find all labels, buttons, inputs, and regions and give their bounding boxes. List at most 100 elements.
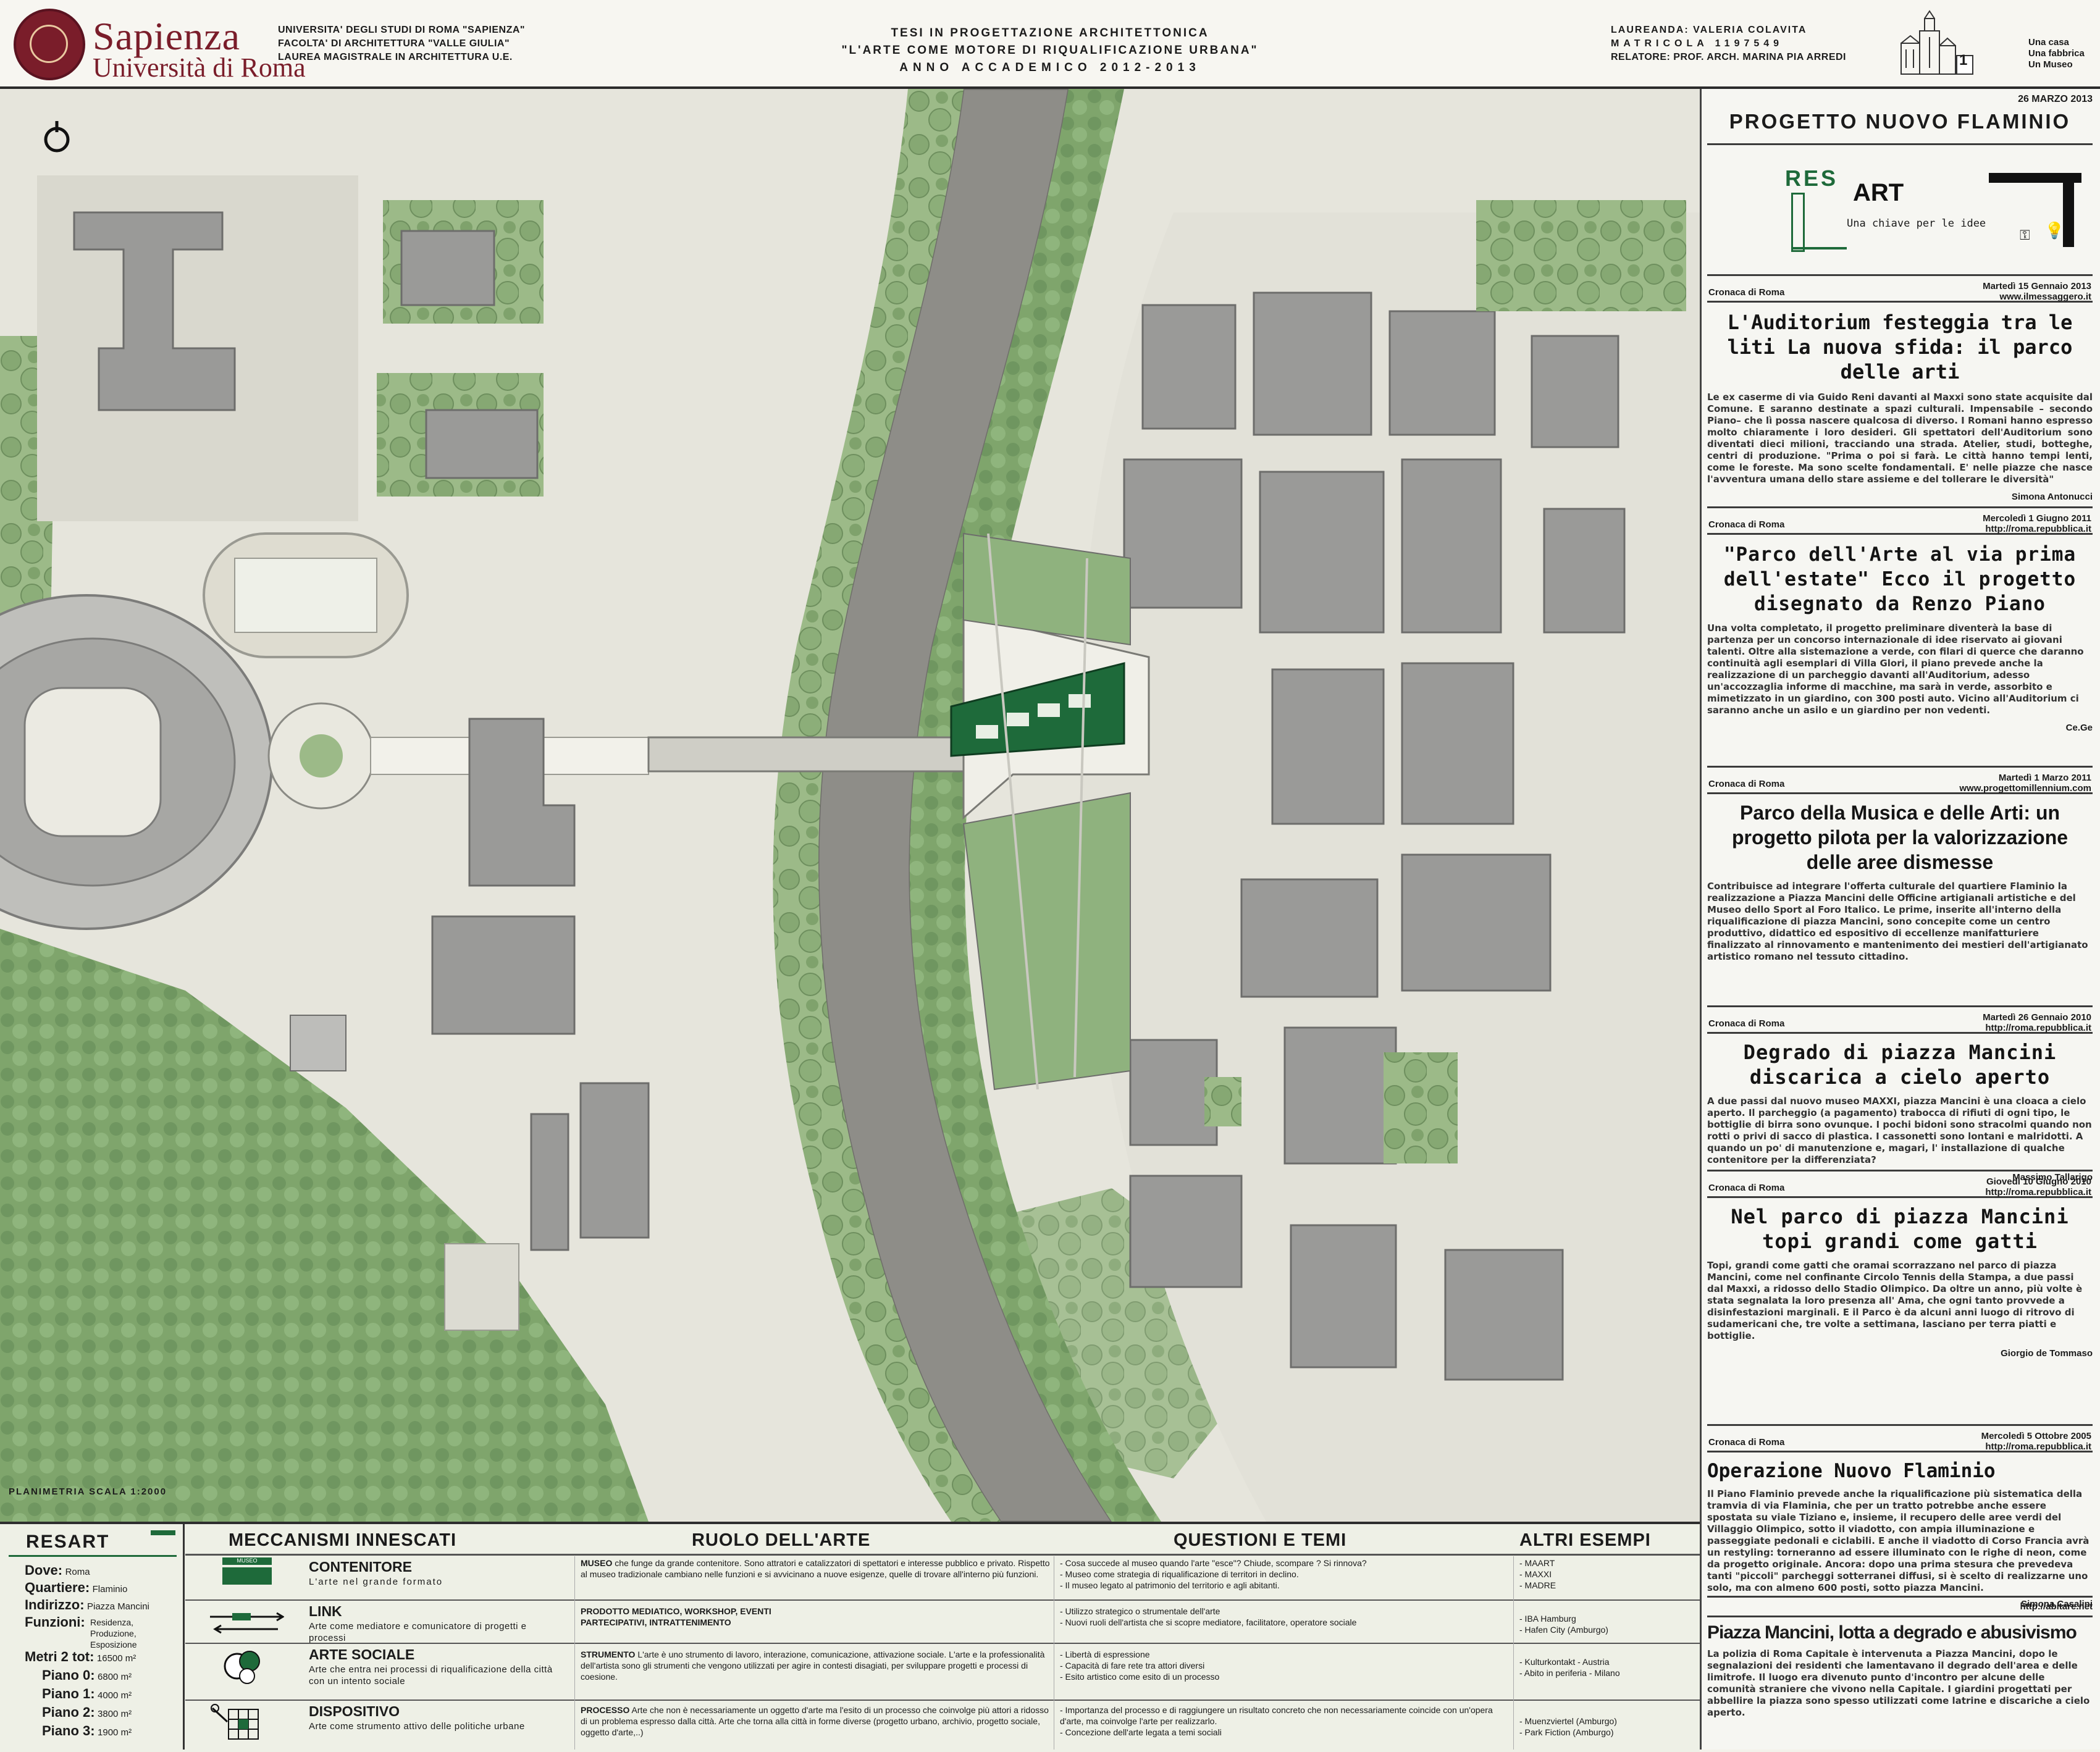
location-value: Residenza, Produzione, Esposizione [90,1617,137,1649]
article-date: Mercoledì 1 Giugno 2011 [1983,513,2091,524]
role-key: MUSEO [581,1558,613,1568]
issue-item: - Esito artistico come esito di un proce… [1060,1672,1220,1682]
article-date-source: Mercoledì 5 Ottobre 2005 http://roma.rep… [1981,1431,2091,1452]
logo-res: RES [1785,166,1839,191]
article-date-source: Giovedì 10 Giugno 2010 http://roma.repub… [1985,1176,2091,1197]
institution-line: FACOLTA' DI ARCHITETTURA "VALLE GIULIA" [278,38,510,49]
area-label: Metri 2 tot: [25,1649,94,1664]
location-label: Indirizzo: [25,1597,85,1612]
article-source: www.ilmessaggero.it [1999,291,2091,302]
area-label: Piano 3: [42,1723,95,1738]
icon-caption-line: Una casa [2028,37,2069,48]
role-text: L'arte è uno strumento di lavoro, intera… [581,1649,1045,1682]
thesis-title-line: TESI IN PROGETTAZIONE ARCHITETTONICA [891,27,1209,40]
examples-cell: - Kulturkontakt - Austria - Abito in per… [1519,1656,1692,1679]
article-body: Le ex caserme di via Guido Reni davanti … [1707,392,2093,485]
article-section: Cronaca di Roma [1708,287,1785,298]
issues-cell: - Utilizzo strategico o strumentale dell… [1060,1606,1492,1628]
role-key: STRUMENTO [581,1649,636,1659]
divider [185,1643,1700,1644]
examples-cell: - IBA Hamburg - Hafen City (Amburgo) [1519,1613,1692,1635]
icon-caption-line: Un Museo [2028,59,2073,70]
link-arrows-icon [210,1612,284,1634]
article-headline: "Parco dell'Arte al via prima dell'estat… [1723,543,2077,615]
museum-box [222,1567,272,1585]
thesis-title-line: ANNO ACCADEMICO 2012-2013 [899,61,1201,74]
article-body: Il Piano Flaminio prevede anche la riqua… [1707,1488,2090,1593]
author-block: LAUREANDA: VALERIA COLAVITA MATRICOLA 11… [1611,23,1846,64]
icon-caption-line: Una fabbrica [2028,48,2085,59]
article: Cronaca di Roma Mercoledì 1 Giugno 2011 … [1707,506,2093,733]
article-source: http://roma.repubblica.it [1985,524,2091,534]
footbridge [647,736,983,773]
row-title: LINK [309,1603,342,1619]
institution-line: LAUREA MAGISTRALE IN ARCHITETTURA U.E. [278,52,513,62]
article-section: Cronaca di Roma [1708,519,1785,530]
article-source: www.progettomillennium.com [1959,783,2091,794]
row-title: ARTE SOCIALE [309,1646,415,1662]
article-headline: Operazione Nuovo Flaminio [1707,1460,1996,1482]
divider [1707,1616,2093,1617]
area-value: 16500 m² [96,1653,136,1664]
institution-line: UNIVERSITA' DEGLI STUDI DI ROMA "SAPIENZ… [278,25,525,35]
location-value: Roma [65,1567,90,1577]
row-subtitle: L'arte nel grande formato [309,1577,443,1587]
example-item: - Abito in periferia - Milano [1519,1668,1620,1678]
article-date: Giovedì 10 Giugno 2010 [1986,1176,2091,1187]
example-item: - IBA Hamburg [1519,1614,1576,1624]
article-body: Contribuisce ad integrare l'offerta cult… [1707,881,2088,962]
column-header: RUOLO DELL'ARTE [692,1530,871,1550]
role-text: che funge da grande contenitore. Sono at… [581,1558,1050,1579]
article-body: Una volta completato, il progetto prelim… [1707,622,2084,716]
article-date: Mercoledì 5 Ottobre 2005 [1981,1431,2091,1441]
location-label: Dove: [25,1562,63,1578]
area-label: Piano 0: [42,1667,95,1683]
issues-cell: - Cosa succede al museo quando l'arte "e… [1060,1557,1492,1591]
divider [1707,1596,2093,1598]
example-item: - Muenzviertel (Amburgo) [1519,1716,1617,1726]
role-key: PRODOTTO MEDIATICO, WORKSHOP, EVENTI PAR… [581,1606,771,1627]
author-line: LAUREANDA: VALERIA COLAVITA [1611,25,1807,35]
site-plan-map [0,89,1700,1522]
sidebar-title: PROGETTO NUOVO FLAMINIO [1729,110,2071,133]
thesis-title-block: TESI IN PROGETTAZIONE ARCHITETTONICA "L'… [803,25,1297,77]
divider [183,1524,185,1750]
article: Cronaca di Roma Martedì 15 Gennaio 2013 … [1707,274,2093,502]
issue-item: - Utilizzo strategico o strumentale dell… [1060,1606,1220,1616]
icon-number: 1 [1959,52,1968,69]
area-value: 6800 m² [98,1672,132,1682]
logo-bar [1791,193,1805,252]
issue-item: - Il museo legato al patrimonio del terr… [1060,1580,1280,1590]
issue-item: - Museo come strategia di riqualificazio… [1060,1569,1299,1579]
logo-bar [1791,247,1847,249]
article-date-source: Mercoledì 1 Giugno 2011 http://roma.repu… [1983,513,2091,534]
article-date: Martedì 26 Gennaio 2010 [1983,1012,2091,1023]
area-value: 4000 m² [98,1690,132,1701]
role-cell: STRUMENTO L'arte è uno strumento di lavo… [581,1649,1050,1682]
area-info: Metri 2 tot: 16500 m² Piano 0: 6800 m² P… [25,1649,185,1742]
example-item: - MADRE [1519,1580,1556,1590]
area-label: Piano 2: [42,1704,95,1720]
example-item: - Kulturkontakt - Austria [1519,1657,1610,1667]
article-date-source: Martedì 26 Gennaio 2010 http://roma.repu… [1983,1012,2091,1033]
author-line: RELATORE: PROF. ARCH. MARINA PIA ARREDI [1611,52,1846,62]
university-seal-icon [14,9,85,80]
divider [574,1556,575,1750]
article-author: Giorgio de Tommaso [2001,1348,2093,1359]
location-value: Flaminio [92,1584,128,1595]
area-label: Piano 1: [42,1686,95,1701]
logo-tagline: Una chiave per le idee [1847,217,1986,230]
issue-item: - Libertà di espressione [1060,1649,1150,1659]
scale-label: PLANIMETRIA SCALA 1:2000 [9,1486,167,1497]
issue-item: - Capacità di fare rete tra attori diver… [1060,1661,1205,1670]
column-header: ALTRI ESEMPI [1519,1530,1651,1550]
article-author: Ce.Ge [2065,723,2093,733]
lightbulb-icon: 💡 [2044,221,2065,240]
column-header: MECCANISMI INNESCATI [229,1530,457,1550]
article-headline: Degrado di piazza Mancini discarica a ci… [1743,1041,2057,1089]
role-key: PROCESSO [581,1705,630,1715]
examples-cell: - MAART - MAXXI - MADRE [1519,1557,1692,1591]
logo-art: ART [1853,179,1904,206]
site-plan-drawing [0,89,1700,1522]
article: Cronaca di Roma Martedì 1 Marzo 2011 www… [1707,766,2093,963]
